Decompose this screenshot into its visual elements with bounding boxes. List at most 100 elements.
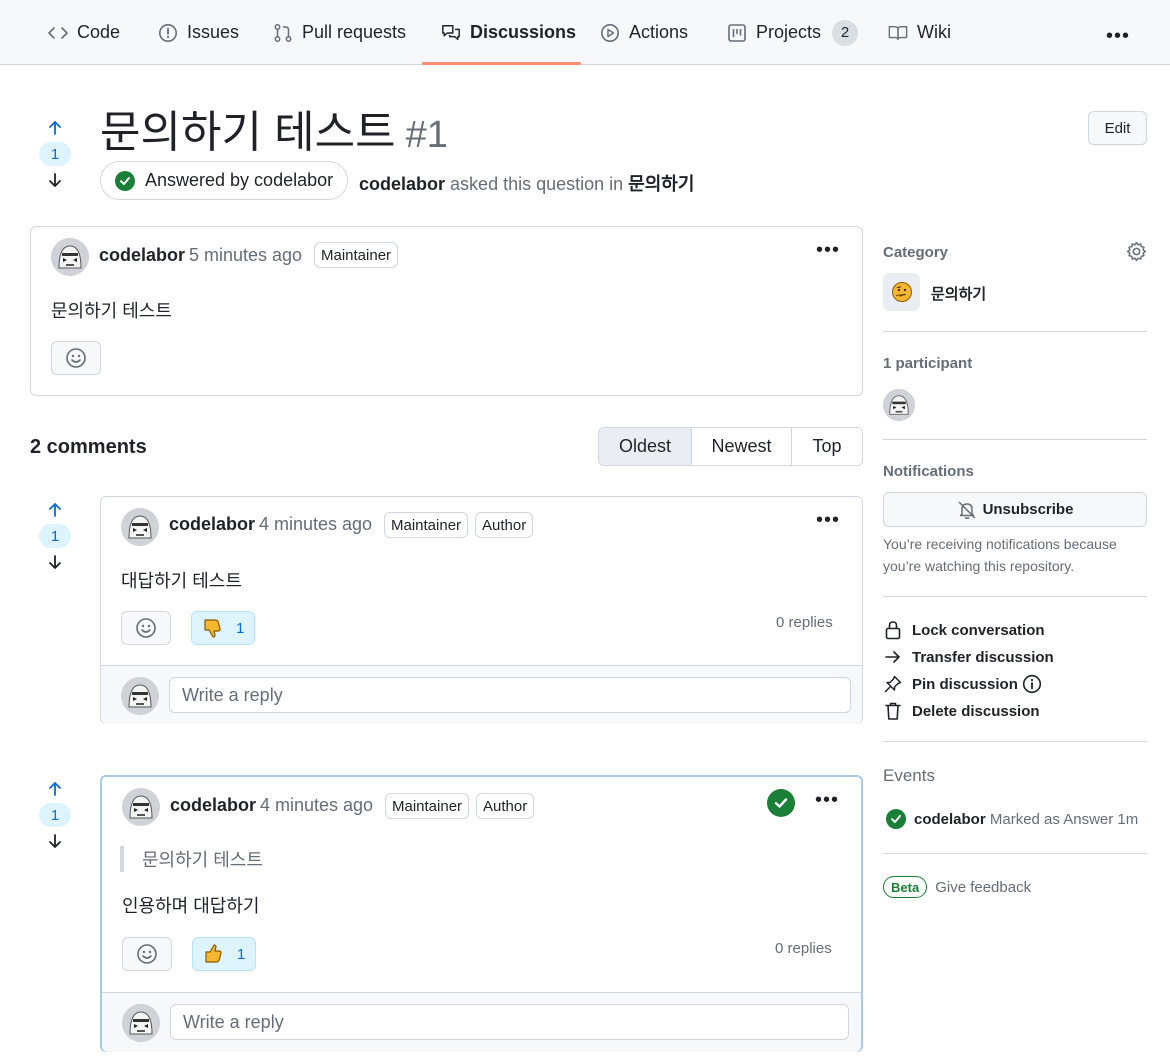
- pull-request-icon: [273, 23, 293, 43]
- nav-more-button[interactable]: •••: [1100, 22, 1136, 50]
- tab-code[interactable]: Code: [48, 0, 120, 65]
- unsubscribe-button[interactable]: Unsubscribe: [883, 492, 1147, 527]
- projects-counter: 2: [832, 19, 859, 46]
- thumbs-up-reaction[interactable]: 1: [192, 937, 257, 971]
- sort-newest-button[interactable]: Newest: [692, 428, 792, 465]
- answered-label: Answered by codelabor: [145, 170, 334, 190]
- smiley-icon: [136, 618, 156, 638]
- arrow-up-icon: [49, 121, 61, 135]
- comment-body: 문의하기 테스트: [51, 301, 172, 321]
- discussion-title: 문의하기 테스트: [100, 108, 396, 157]
- reaction-count: 1: [237, 945, 246, 963]
- tab-wiki[interactable]: Wiki: [888, 0, 951, 65]
- tab-actions[interactable]: Actions: [600, 0, 688, 65]
- action-label: Pin discussion: [912, 675, 1018, 693]
- arrow-up-icon: [49, 503, 61, 517]
- sort-oldest-button[interactable]: Oldest: [599, 428, 692, 465]
- upvote-button[interactable]: [45, 779, 65, 799]
- pin-discussion-action[interactable]: Pin discussion: [884, 673, 1042, 695]
- upvote-button[interactable]: [45, 500, 65, 520]
- comment-author[interactable]: codelabor: [169, 514, 255, 535]
- comment-card: codelabor 4 minutes ago Maintainer Autho…: [100, 496, 863, 724]
- downvote-button[interactable]: [45, 170, 65, 190]
- vote-count: 1: [39, 142, 71, 166]
- action-label: Delete discussion: [912, 702, 1040, 720]
- thumbs-up-icon: [205, 944, 222, 963]
- action-label: Lock conversation: [912, 621, 1045, 639]
- notification-reason-line1: You’re receiving notifications because: [883, 536, 1117, 552]
- stormtrooper-avatar-icon: [121, 677, 159, 715]
- comment-timestamp[interactable]: 4 minutes ago: [259, 514, 372, 535]
- avatar[interactable]: [121, 508, 159, 546]
- maintainer-badge: Maintainer: [385, 793, 470, 819]
- upvote-button[interactable]: [45, 118, 65, 138]
- reply-row: Write a reply: [102, 992, 861, 1052]
- replies-count: 0 replies: [775, 940, 832, 957]
- discussions-icon: [441, 23, 461, 43]
- comment-vote: 1: [38, 779, 72, 851]
- downvote-button[interactable]: [45, 831, 65, 851]
- check-circle-icon: [886, 809, 906, 829]
- event-time[interactable]: 1m: [1117, 811, 1138, 828]
- answered-badge[interactable]: Answered by codelabor: [100, 161, 349, 200]
- feedback-row: Beta Give feedback: [883, 876, 1031, 898]
- add-reaction-button[interactable]: [51, 341, 101, 375]
- notifications-heading: Notifications: [883, 463, 974, 480]
- sort-segmented-control: Oldest Newest Top: [598, 427, 863, 466]
- arrow-down-icon: [49, 555, 61, 569]
- tab-label: Actions: [629, 22, 689, 42]
- sidebar-category-link[interactable]: 문의하기: [931, 283, 986, 304]
- selected-tab-underline: [422, 62, 581, 65]
- event-actor[interactable]: codelabor: [914, 811, 986, 828]
- gear-icon[interactable]: [1126, 241, 1147, 267]
- avatar[interactable]: [51, 238, 89, 276]
- event-text: Marked as Answer: [989, 811, 1114, 828]
- sort-top-button[interactable]: Top: [792, 428, 862, 465]
- comments-count: 2 comments: [30, 436, 147, 458]
- participant-avatar[interactable]: [883, 389, 915, 421]
- trash-icon: [885, 702, 901, 720]
- comment-options-button[interactable]: •••: [816, 509, 840, 532]
- event-item: codelabor Marked as Answer 1m: [914, 811, 1138, 828]
- comment-timestamp[interactable]: 5 minutes ago: [189, 245, 302, 266]
- add-reaction-button[interactable]: [122, 937, 172, 971]
- arrow-up-icon: [49, 782, 61, 796]
- comment-options-button[interactable]: •••: [816, 239, 840, 262]
- comment-author[interactable]: codelabor: [99, 245, 185, 266]
- tab-issues[interactable]: Issues: [158, 0, 239, 65]
- tab-label: Code: [77, 22, 121, 42]
- edit-button[interactable]: Edit: [1088, 111, 1147, 145]
- reply-input[interactable]: Write a reply: [170, 1004, 849, 1040]
- avatar[interactable]: [122, 788, 160, 826]
- tab-pull-requests[interactable]: Pull requests: [273, 0, 406, 65]
- lock-conversation-action[interactable]: Lock conversation: [884, 619, 1045, 641]
- thumbs-down-reaction[interactable]: 1: [191, 611, 256, 645]
- delete-discussion-action[interactable]: Delete discussion: [884, 700, 1040, 722]
- category-link[interactable]: 문의하기: [628, 174, 694, 194]
- tab-label: Pull requests: [302, 22, 407, 42]
- bell-slash-icon: [958, 501, 975, 519]
- comment-author[interactable]: codelabor: [170, 795, 256, 816]
- vote-count: 1: [39, 803, 71, 827]
- author-badge: Author: [475, 512, 534, 538]
- arrow-right-icon: [885, 651, 900, 663]
- marked-as-answer-icon[interactable]: [767, 789, 795, 817]
- reply-row: Write a reply: [101, 665, 862, 724]
- tab-projects[interactable]: Projects 2: [727, 0, 859, 65]
- discussion-number: #1: [405, 114, 448, 156]
- smiley-icon: [66, 348, 86, 368]
- give-feedback-link[interactable]: Give feedback: [935, 879, 1031, 896]
- stormtrooper-avatar-icon: [51, 238, 89, 276]
- reply-input[interactable]: Write a reply: [169, 677, 851, 713]
- asker-link[interactable]: codelabor: [359, 174, 445, 194]
- comment-options-button[interactable]: •••: [815, 789, 839, 812]
- tab-discussions[interactable]: Discussions: [441, 0, 576, 65]
- page-title: 문의하기 테스트 #1: [100, 96, 448, 160]
- downvote-button[interactable]: [45, 552, 65, 572]
- comment-timestamp[interactable]: 4 minutes ago: [260, 795, 373, 816]
- add-reaction-button[interactable]: [121, 611, 171, 645]
- divider: [883, 741, 1147, 742]
- transfer-discussion-action[interactable]: Transfer discussion: [884, 646, 1054, 668]
- tab-label: Issues: [187, 22, 240, 42]
- avatar: [122, 1004, 160, 1042]
